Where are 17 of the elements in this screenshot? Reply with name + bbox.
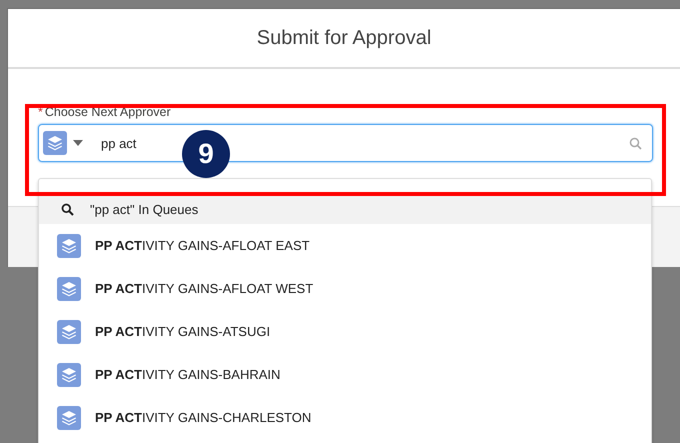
search-icon [629, 136, 642, 150]
queue-option[interactable]: PP ACTIVITY GAINS-AFLOAT EAST [95, 238, 310, 253]
queue-icon [57, 234, 81, 258]
queue-icon [57, 276, 81, 300]
search-icon [61, 202, 74, 216]
queue-option[interactable]: PP ACTIVITY GAINS-BAHRAIN [95, 367, 280, 382]
modal-title: Submit for Approval [256, 26, 432, 50]
queue-option[interactable]: PP ACTIVITY GAINS-CHARLESTON [95, 410, 312, 425]
search-suggestion[interactable]: "pp act" In Queues [39, 194, 651, 224]
queue-option[interactable]: PP ACTIVITY GAINS-AFLOAT WEST [95, 281, 314, 296]
queue-option[interactable]: PP ACTIVITY GAINS-ATSUGI [95, 324, 270, 339]
queue-icon [57, 406, 81, 430]
queue-icon [57, 362, 81, 386]
caret-icon[interactable] [73, 140, 83, 146]
queue-icon[interactable] [43, 131, 67, 155]
field-label: Choose Next Approver [44, 105, 171, 119]
queue-icon [57, 320, 81, 344]
